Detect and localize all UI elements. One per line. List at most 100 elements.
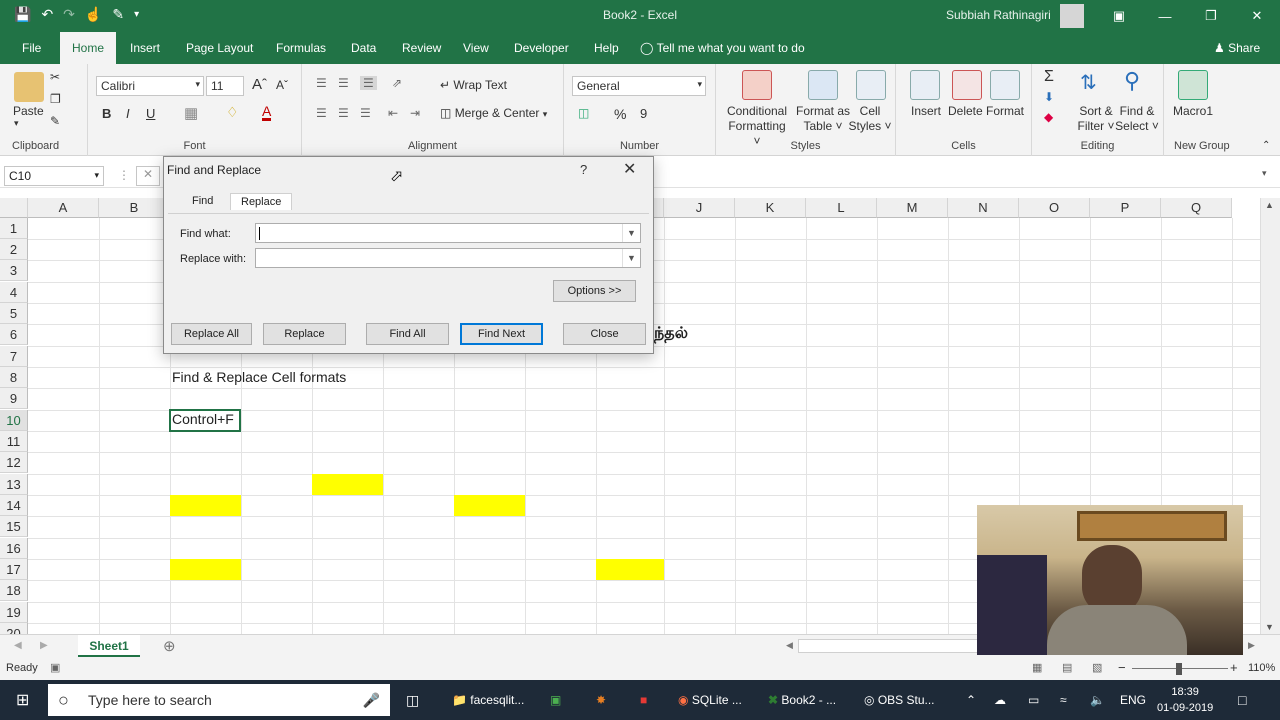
highlighted-cell-i17[interactable] xyxy=(596,559,664,580)
font-size-select[interactable]: 11 xyxy=(206,76,244,96)
format-cells-button[interactable]: Format xyxy=(986,104,1024,118)
close-window-icon[interactable]: ✕ xyxy=(1234,0,1280,32)
decrease-indent-icon[interactable]: ⇤ xyxy=(388,106,398,120)
vertical-scrollbar[interactable]: ▲ ▼ xyxy=(1260,198,1280,634)
onedrive-icon[interactable]: ☁ xyxy=(994,680,1006,720)
dialog-close-icon[interactable]: ✕ xyxy=(623,159,636,179)
row-header[interactable]: 2 xyxy=(0,239,28,260)
merge-center-button[interactable]: ◫ Merge & Center ▾ xyxy=(440,106,547,120)
row-header-selected[interactable]: 10 xyxy=(0,410,28,431)
accounting-icon[interactable]: ◫ xyxy=(578,106,589,120)
col-header-p[interactable]: P xyxy=(1090,198,1161,218)
expand-formula-bar-icon[interactable]: ▾ xyxy=(1262,168,1267,179)
highlighted-cell-e13[interactable] xyxy=(312,474,383,495)
row-header[interactable]: 5 xyxy=(0,303,28,324)
taskbar-clock[interactable]: 18:39 01-09-2019 xyxy=(1157,684,1213,716)
delete-cells-button[interactable]: Delete xyxy=(948,104,983,118)
col-header-b[interactable]: B xyxy=(99,198,170,218)
row-header[interactable]: 1 xyxy=(0,218,28,239)
cell-c8[interactable]: Find & Replace Cell formats xyxy=(172,369,346,385)
font-color-button[interactable]: A xyxy=(262,104,272,121)
cell-styles-button[interactable]: Cell Styles ˅ xyxy=(848,104,892,134)
format-painter-icon[interactable]: ✎ xyxy=(50,114,60,128)
tell-me-box[interactable]: ◯ Tell me what you want to do xyxy=(640,41,805,55)
autosum-button[interactable]: Σ xyxy=(1044,68,1054,86)
taskbar-item-excel[interactable]: ✖ Book2 - ... xyxy=(768,680,836,720)
macro-record-icon[interactable]: ▣ xyxy=(50,661,60,674)
decrease-font-icon[interactable]: Aˇ xyxy=(276,78,288,92)
scroll-up-icon[interactable]: ▲ xyxy=(1265,200,1274,210)
fill-color-icon[interactable]: ♢ xyxy=(226,104,239,121)
camtasia-icon[interactable]: ▣ xyxy=(550,680,561,720)
tab-review[interactable]: Review xyxy=(394,32,449,64)
user-name[interactable]: Subbiah Rathinagiri xyxy=(946,8,1051,22)
cell-c10[interactable]: Control+F xyxy=(172,411,234,427)
task-view-icon[interactable]: ◫ xyxy=(406,680,419,720)
col-header-n[interactable]: N xyxy=(948,198,1019,218)
comma-button[interactable]: 9 xyxy=(640,106,647,121)
find-next-button[interactable]: Find Next xyxy=(460,323,543,345)
align-bottom-icon[interactable]: ☰ xyxy=(360,76,377,90)
sort-filter-button[interactable]: Sort & Filter ˅ xyxy=(1076,104,1116,134)
add-sheet-button[interactable]: ⊕ xyxy=(163,637,176,655)
bold-button[interactable]: B xyxy=(102,106,111,121)
zoom-level[interactable]: 110% xyxy=(1248,662,1275,674)
sheet-tab-sheet1[interactable]: Sheet1 xyxy=(78,635,140,657)
align-center-icon[interactable]: ☰ xyxy=(338,106,349,120)
align-right-icon[interactable]: ☰ xyxy=(360,106,371,120)
col-header-q[interactable]: Q xyxy=(1161,198,1232,218)
microphone-icon[interactable]: 🎤 xyxy=(363,684,380,716)
row-header[interactable]: 20 xyxy=(0,623,28,634)
paste-dropdown-icon[interactable]: ▾ xyxy=(14,118,19,129)
col-header-m[interactable]: M xyxy=(877,198,948,218)
name-box[interactable]: C10 ▾ xyxy=(4,166,104,186)
taskbar-item-sqlite[interactable]: ◉ SQLite ... xyxy=(678,680,742,720)
tab-file[interactable]: File xyxy=(14,32,49,64)
row-header[interactable]: 12 xyxy=(0,452,28,473)
scroll-down-icon[interactable]: ▼ xyxy=(1265,622,1274,632)
find-select-button[interactable]: Find & Select ˅ xyxy=(1114,104,1160,134)
col-header-a[interactable]: A xyxy=(28,198,99,218)
language-indicator[interactable]: ENG xyxy=(1120,680,1146,720)
row-header[interactable]: 16 xyxy=(0,538,28,559)
row-header[interactable]: 8 xyxy=(0,367,28,388)
zoom-in-button[interactable]: + xyxy=(1230,660,1238,675)
orientation-icon[interactable]: ⇗ xyxy=(392,76,402,90)
row-header[interactable]: 18 xyxy=(0,580,28,601)
fill-icon[interactable]: ⬇ xyxy=(1044,90,1054,104)
prev-sheet-icon[interactable]: ◀ xyxy=(14,640,22,651)
clear-icon[interactable]: ◆ xyxy=(1044,110,1053,124)
underline-button[interactable]: U xyxy=(146,106,155,121)
col-header-l[interactable]: L xyxy=(806,198,877,218)
share-button[interactable]: ♟ Share xyxy=(1214,41,1260,55)
ribbon-display-options-icon[interactable]: ▣ xyxy=(1096,0,1142,32)
italic-button[interactable]: I xyxy=(126,106,130,121)
highlighted-cell-c17[interactable] xyxy=(170,559,241,580)
collapse-ribbon-icon[interactable]: ⌃ xyxy=(1262,140,1270,151)
close-button[interactable]: Close xyxy=(563,323,646,345)
next-sheet-icon[interactable]: ▶ xyxy=(40,640,48,651)
align-left-icon[interactable]: ☰ xyxy=(316,106,327,120)
tab-page-layout[interactable]: Page Layout xyxy=(178,32,261,64)
sunburst-icon[interactable]: ✸ xyxy=(596,680,606,720)
tab-home[interactable]: Home xyxy=(60,32,117,64)
row-header[interactable]: 6 xyxy=(0,324,28,345)
chevron-down-icon[interactable]: ▼ xyxy=(622,224,640,242)
zoom-slider-handle[interactable] xyxy=(1176,663,1182,675)
replace-all-button[interactable]: Replace All xyxy=(171,323,252,345)
options-button[interactable]: Options >> xyxy=(553,280,636,302)
row-header[interactable]: 3 xyxy=(0,260,28,281)
tab-view[interactable]: View xyxy=(455,32,497,64)
page-layout-view-icon[interactable]: ▤ xyxy=(1062,661,1072,674)
increase-indent-icon[interactable]: ⇥ xyxy=(410,106,420,120)
copy-icon[interactable]: ❐ xyxy=(50,92,61,106)
tab-find[interactable]: Find xyxy=(182,193,223,209)
scroll-left-icon[interactable]: ◀ xyxy=(786,640,793,651)
increase-font-icon[interactable]: Aˆ xyxy=(252,76,267,93)
avatar[interactable] xyxy=(1060,4,1084,28)
wrap-text-button[interactable]: ↵ Wrap Text xyxy=(440,78,507,92)
insert-cells-button[interactable]: Insert xyxy=(911,104,941,118)
tab-developer[interactable]: Developer xyxy=(506,32,577,64)
replace-with-input[interactable]: ▼ xyxy=(255,248,641,268)
macro1-button[interactable]: Macro1 xyxy=(1173,104,1213,118)
